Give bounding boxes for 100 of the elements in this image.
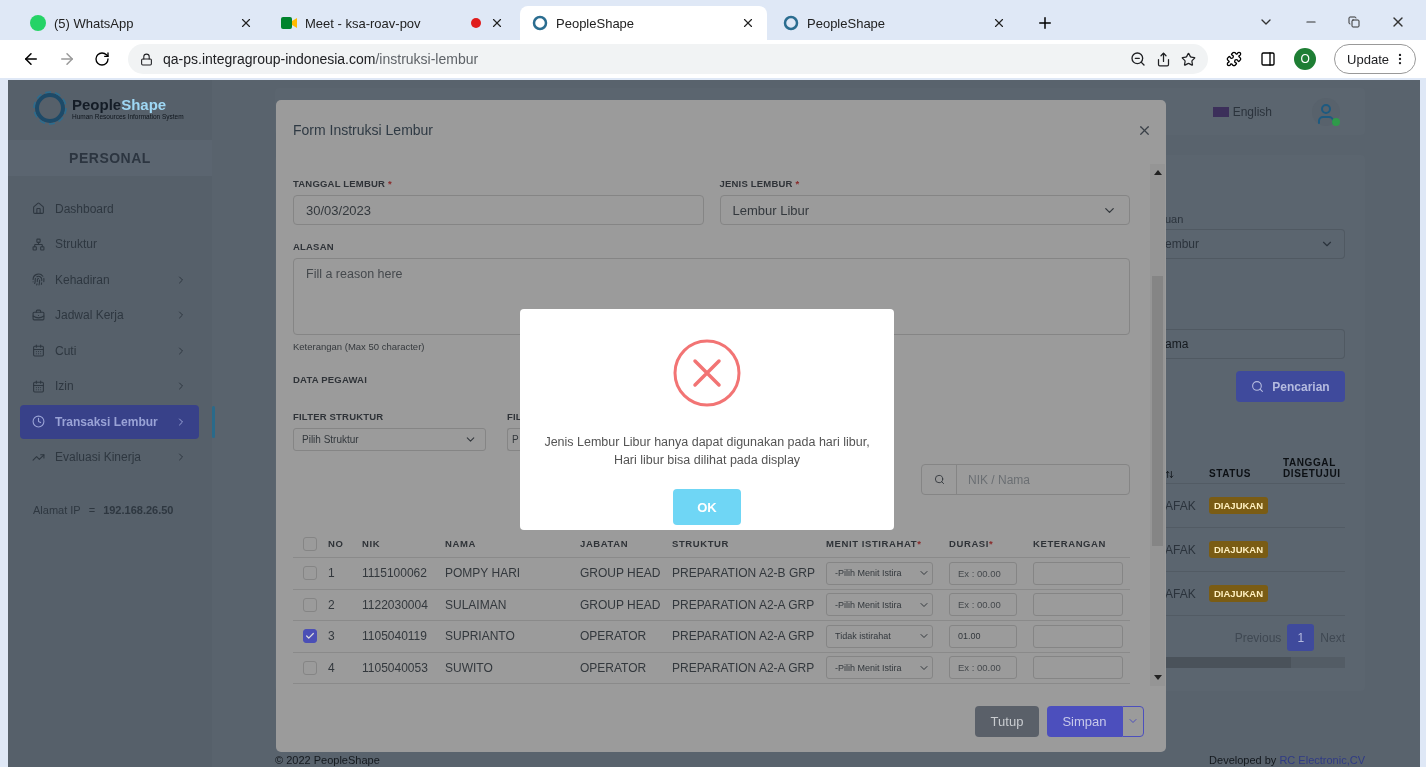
table-cell-text: OPERATOR (580, 629, 648, 644)
error-message: Jenis Lembur Libur hanya dapat digunakan pada hari libur, Hari libur bisa dilihat pada display (544, 434, 870, 469)
type-select[interactable]: Lembur Libur (719, 195, 1130, 225)
table-cell-text: 1 (328, 566, 336, 581)
active-indicator (212, 405, 215, 438)
profile-avatar[interactable]: O (1294, 48, 1317, 70)
copyright-text: © 2022 PeopleShape (275, 754, 380, 767)
status-badge: DIAJUKAN (1209, 585, 1269, 602)
table-cell-text: SUWITO (445, 660, 494, 675)
close-icon[interactable] (490, 16, 504, 30)
column-header: NAMA (445, 538, 477, 549)
duration-field[interactable]: Ex : 00.00 (949, 656, 1017, 680)
close-button[interactable]: Tutup (975, 705, 1039, 737)
clock-icon (32, 415, 45, 429)
browser-tab[interactable]: (5) WhatsApp (18, 6, 265, 40)
table-cell-text: POMPY HARI (445, 566, 522, 581)
lock-icon (140, 52, 153, 66)
section-label: DATA PEGAWAI (293, 374, 368, 385)
browser-tab[interactable]: PeopleShape (771, 6, 1018, 40)
vertical-scrollbar[interactable] (1150, 164, 1165, 686)
column-header: KETERANGAN (1033, 538, 1108, 549)
field-label: ALASAN (293, 241, 335, 252)
table-cell-text: 1105040119 (362, 629, 428, 644)
calendar-icon (32, 344, 45, 358)
close-icon[interactable] (992, 16, 1006, 30)
column-header: DURASI* (949, 538, 995, 549)
search-icon (933, 474, 945, 485)
table-cell-text: SUPRIANTO (445, 629, 516, 644)
search-icon (1251, 380, 1265, 393)
search-button[interactable]: Pencarian (1236, 371, 1345, 402)
browser-tab[interactable]: PeopleShape (520, 6, 767, 40)
column-header: MENIT ISTIRAHAT* (826, 538, 923, 549)
column-header: JABATAN (580, 538, 630, 549)
table-cell-text: SULAIMAN (445, 597, 508, 612)
logo-text: PeopleShape (72, 96, 167, 113)
field-label: FILTER STRUKTUR (293, 411, 385, 422)
table-cell-text: 1122030004 (362, 597, 429, 612)
table-cell-text: PREPARATION A2-B GRP (672, 566, 816, 581)
date-field[interactable]: 30/03/2023 (293, 195, 704, 225)
field-label: FIL (507, 411, 522, 422)
forward-icon[interactable] (58, 50, 76, 68)
check-icon (305, 631, 315, 642)
row-checkbox[interactable] (303, 629, 317, 644)
zoom-icon[interactable] (1130, 51, 1147, 67)
browser-tab[interactable]: Meet - ksa-roav-pov (269, 6, 516, 40)
table-cell-text: GROUP HEAD (580, 566, 662, 581)
camera-icon (281, 16, 297, 30)
dialog-title: Form Instruksi Lembur (293, 122, 434, 138)
extensions-icon[interactable] (1226, 51, 1243, 67)
status-badge: DIAJUKAN (1209, 541, 1269, 558)
page-button[interactable]: 1 (1287, 624, 1315, 651)
share-icon[interactable] (1156, 51, 1172, 67)
new-tab-icon[interactable] (1036, 14, 1054, 32)
structure-select[interactable]: Pilih Struktur (293, 428, 486, 451)
sort-icon[interactable] (1165, 470, 1174, 479)
reload-icon[interactable] (94, 51, 110, 67)
duration-field[interactable]: Ex : 00.00 (949, 561, 1017, 585)
table-cell-text: GROUP HEAD (580, 597, 662, 612)
calendar-icon (32, 379, 45, 393)
close-icon[interactable] (741, 16, 755, 30)
table-cell-text: PREPARATION A2-A GRP (672, 597, 816, 612)
column-header: NIK (362, 538, 382, 549)
side-panel-icon[interactable] (1260, 51, 1277, 67)
ring-logo-icon (32, 90, 68, 126)
bookmark-star-icon[interactable] (1181, 51, 1197, 67)
field-hint: Keterangan (Max 50 character) (293, 341, 426, 352)
restore-icon[interactable] (1348, 16, 1360, 28)
table-cell-text: PREPARATION A2-A GRP (672, 660, 816, 675)
ring-logo-icon (532, 15, 548, 31)
ip-separator: = (88, 504, 96, 516)
field-label: JENIS LEMBUR * (719, 178, 801, 189)
table-cell-text: 4 (328, 660, 336, 675)
horizontal-scrollbar[interactable] (1165, 657, 1345, 668)
table-cell-text: 3 (328, 629, 336, 644)
field-label: TANGGAL LEMBUR * (293, 178, 393, 189)
break-select[interactable]: -Pilih Menit Istira (826, 593, 933, 617)
column-header: STRUKTUR (672, 538, 731, 549)
duration-field[interactable]: Ex : 00.00 (949, 593, 1017, 617)
address-bar[interactable]: qa-ps.integragroup-indonesia.com/instruksi-lembur (128, 44, 1209, 74)
hierarchy-icon (32, 237, 45, 251)
column-header: TANGGAL DISETUJUI (1283, 457, 1342, 479)
column-header: STATUS (1209, 468, 1253, 479)
home-icon (32, 202, 45, 216)
save-button[interactable]: Simpan (1047, 705, 1122, 737)
break-select[interactable]: -Pilih Menit Istira (826, 656, 933, 680)
back-icon[interactable] (22, 50, 40, 68)
update-button[interactable]: Update (1334, 44, 1416, 74)
ring-logo-icon (783, 15, 799, 31)
status-badge: DIAJUKAN (1209, 497, 1269, 514)
table-cell-text: 1105040053 (362, 660, 429, 675)
table-cell-text: PREPARATION A2-A GRP (672, 629, 816, 644)
close-icon[interactable] (239, 16, 253, 30)
break-select[interactable]: -Pilih Menit Istira (826, 561, 933, 585)
table-cell-text: OPERATOR (580, 660, 648, 675)
table-cell-text: 2 (328, 597, 336, 612)
error-icon (673, 339, 741, 407)
column-header: NO (328, 538, 345, 549)
fingerprint-icon (32, 273, 45, 287)
break-select[interactable]: Tidak istirahat (826, 624, 933, 648)
duration-field[interactable]: 01.00 (949, 624, 1017, 648)
